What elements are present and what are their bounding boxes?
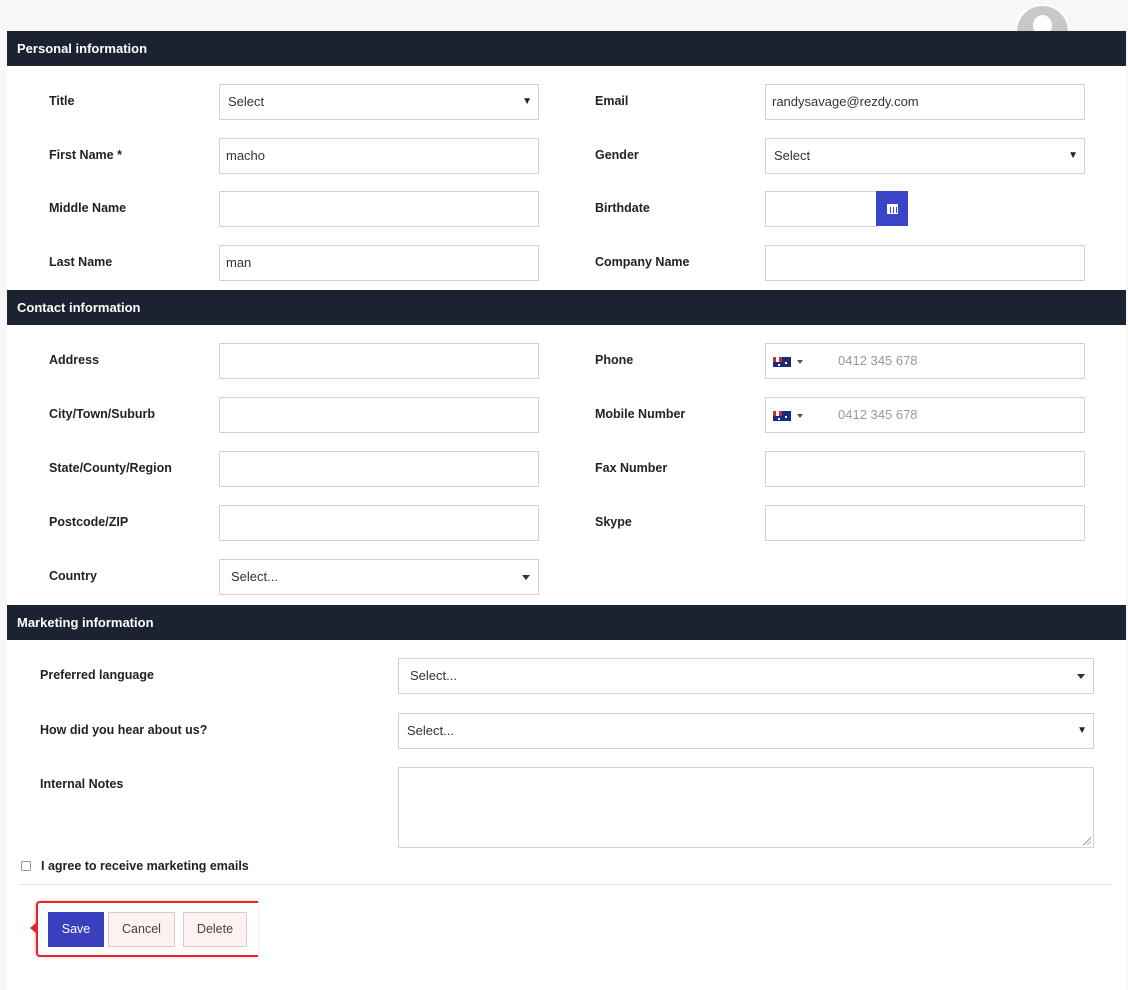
company-name-label: Company Name — [595, 255, 690, 269]
preferred-language-select[interactable]: Select... — [398, 658, 1094, 694]
city-label: City/Town/Suburb — [49, 407, 156, 421]
state-field[interactable] — [219, 451, 539, 487]
gender-select[interactable]: Select ▼ — [765, 138, 1085, 174]
mobile-placeholder: 0412 345 678 — [838, 407, 918, 422]
internal-notes-textarea[interactable] — [398, 767, 1094, 848]
fax-label: Fax Number — [595, 461, 668, 475]
calendar-button[interactable] — [876, 191, 908, 226]
chevron-down-icon: ▼ — [1068, 150, 1078, 161]
phone-field[interactable]: 0412 345 678 — [765, 343, 1085, 379]
first-name-field[interactable]: macho — [219, 138, 539, 174]
chevron-down-icon — [1077, 674, 1085, 679]
last-name-label: Last Name — [49, 255, 113, 269]
middle-name-field[interactable] — [219, 191, 539, 227]
resize-handle-icon[interactable] — [1083, 837, 1091, 845]
section-personal-header: Personal information — [7, 31, 1126, 66]
heard-about-select[interactable]: Select... ▼ — [398, 713, 1094, 749]
phone-label: Phone — [595, 353, 634, 367]
email-value: randysavage@rezdy.com — [772, 94, 919, 109]
chevron-down-icon[interactable] — [797, 360, 803, 364]
birthdate-label: Birthdate — [595, 201, 650, 215]
chevron-down-icon: ▼ — [1077, 725, 1087, 736]
save-button[interactable]: Save — [48, 912, 104, 947]
country-select-value: Select... — [231, 569, 278, 584]
company-name-field[interactable] — [765, 245, 1085, 281]
state-label: State/County/Region — [49, 461, 172, 475]
mobile-label: Mobile Number — [595, 407, 686, 421]
cancel-button[interactable]: Cancel — [108, 912, 175, 947]
skype-field[interactable] — [765, 505, 1085, 541]
australia-flag-icon[interactable] — [773, 411, 791, 421]
country-label: Country — [49, 569, 97, 583]
country-select[interactable]: Select... — [219, 559, 539, 595]
chevron-down-icon — [522, 575, 530, 580]
phone-placeholder: 0412 345 678 — [838, 353, 918, 368]
birthdate-field[interactable] — [765, 191, 877, 227]
first-name-label: First Name * — [49, 148, 122, 162]
first-name-value: macho — [226, 148, 266, 163]
email-field[interactable]: randysavage@rezdy.com — [765, 84, 1085, 120]
fax-field[interactable] — [765, 451, 1085, 487]
last-name-value: man — [226, 255, 252, 270]
gender-select-value: Select — [774, 148, 811, 163]
skype-label: Skype — [595, 515, 632, 529]
divider — [19, 884, 1112, 885]
title-select-value: Select — [228, 94, 265, 109]
email-label: Email — [595, 94, 629, 108]
address-field[interactable] — [219, 343, 539, 379]
postcode-field[interactable] — [219, 505, 539, 541]
gender-label: Gender — [595, 148, 639, 162]
heard-about-value: Select... — [407, 723, 454, 738]
delete-button[interactable]: Delete — [183, 912, 247, 947]
postcode-label: Postcode/ZIP — [49, 515, 129, 529]
calendar-icon — [886, 203, 898, 214]
preferred-language-value: Select... — [410, 668, 457, 683]
address-label: Address — [49, 353, 100, 367]
section-contact-header: Contact information — [7, 290, 1126, 325]
chevron-down-icon: ▼ — [522, 96, 532, 107]
city-field[interactable] — [219, 397, 539, 433]
section-marketing-header: Marketing information — [7, 605, 1126, 640]
marketing-consent-checkbox[interactable] — [21, 861, 31, 871]
chevron-down-icon[interactable] — [797, 414, 803, 418]
marketing-consent-label[interactable]: I agree to receive marketing emails — [41, 859, 249, 873]
mobile-field[interactable]: 0412 345 678 — [765, 397, 1085, 433]
middle-name-label: Middle Name — [49, 201, 127, 215]
last-name-field[interactable]: man — [219, 245, 539, 281]
internal-notes-label: Internal Notes — [40, 777, 124, 791]
australia-flag-icon[interactable] — [773, 357, 791, 367]
title-label: Title — [49, 94, 75, 108]
title-select[interactable]: Select ▼ — [219, 84, 539, 120]
preferred-language-label: Preferred language — [40, 668, 154, 682]
heard-about-label: How did you hear about us? — [40, 723, 208, 737]
